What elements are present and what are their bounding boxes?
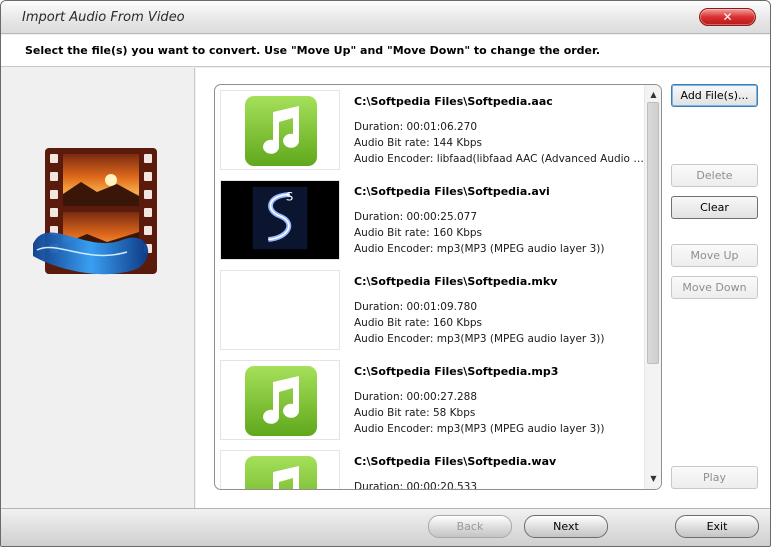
file-thumbnail (220, 90, 340, 170)
move-up-button[interactable]: Move Up (671, 244, 758, 267)
next-button[interactable]: Next (524, 515, 608, 538)
music-note-icon (245, 456, 317, 489)
video-thumbnail-icon: S (221, 181, 339, 259)
file-encoder: Audio Encoder: mp3(MP3 (MPEG audio layer… (354, 333, 605, 345)
title-bar[interactable]: Import Audio From Video ✕ (1, 1, 770, 34)
file-name: C:\Softpedia Files\Softpedia.mkv (354, 275, 558, 288)
file-encoder: Audio Encoder: libfaad(libfaad AAC (Adva… (354, 153, 644, 165)
footer-bar: Back Next Exit (1, 508, 770, 546)
file-list-item[interactable]: C:\Softpedia Files\Softpedia.mp3 Duration… (215, 355, 645, 445)
scroll-up-arrow-icon[interactable]: ▲ (645, 87, 661, 103)
music-note-icon (245, 96, 317, 166)
file-thumbnail (220, 450, 340, 489)
import-audio-window: Import Audio From Video ✕ Select the fil… (0, 0, 771, 547)
file-duration: Duration: 00:01:06.270 (354, 121, 478, 133)
film-audio-logo-icon (33, 148, 157, 275)
scrollbar-thumb[interactable] (647, 102, 659, 364)
back-button[interactable]: Back (428, 515, 512, 538)
svg-text:S: S (286, 190, 293, 204)
file-list-item[interactable]: C:\Softpedia Files\Softpedia.mkv Duration… (215, 265, 645, 355)
file-info: C:\Softpedia Files\Softpedia.aac Duration… (354, 95, 644, 167)
file-duration: Duration: 00:00:25.077 (354, 211, 478, 223)
scroll-down-arrow-icon[interactable]: ▼ (645, 471, 661, 487)
file-info: C:\Softpedia Files\Softpedia.wav Duration… (354, 455, 644, 490)
close-icon: ✕ (722, 10, 733, 24)
file-info: C:\Softpedia Files\Softpedia.avi Duration… (354, 185, 644, 257)
exit-button[interactable]: Exit (675, 515, 759, 538)
file-list[interactable]: C:\Softpedia Files\Softpedia.aac Duration… (214, 84, 662, 490)
file-encoder: Audio Encoder: mp3(MP3 (MPEG audio layer… (354, 423, 605, 435)
file-bitrate: Audio Bit rate: 160 Kbps (354, 317, 483, 329)
file-bitrate: Audio Bit rate: 58 Kbps (354, 407, 476, 419)
file-list-item[interactable]: S C:\Softpedia Files\Softpedia.avi Duratio… (215, 175, 645, 265)
instruction-text: Select the file(s) you want to convert. … (25, 44, 601, 57)
file-list-item[interactable]: C:\Softpedia Files\Softpedia.wav Duration… (215, 445, 645, 490)
file-thumbnail: S (220, 180, 340, 260)
clear-button[interactable]: Clear (671, 196, 758, 219)
delete-button[interactable]: Delete (671, 164, 758, 187)
music-note-icon (245, 366, 317, 436)
file-thumbnail (220, 360, 340, 440)
file-list-item[interactable]: C:\Softpedia Files\Softpedia.aac Duration… (215, 85, 645, 175)
instruction-bar: Select the file(s) you want to convert. … (1, 35, 770, 67)
add-files-button[interactable]: Add File(s)... (671, 84, 758, 107)
play-button[interactable]: Play (671, 466, 758, 489)
file-name: C:\Softpedia Files\Softpedia.wav (354, 455, 557, 468)
window-title: Import Audio From Video (22, 10, 185, 25)
file-info: C:\Softpedia Files\Softpedia.mp3 Duration… (354, 365, 644, 437)
file-thumbnail (220, 270, 340, 350)
vertical-scrollbar[interactable]: ▲ ▼ (644, 85, 661, 489)
move-down-button[interactable]: Move Down (671, 276, 758, 299)
file-duration: Duration: 00:00:20.533 (354, 481, 478, 490)
close-button[interactable]: ✕ (699, 8, 756, 26)
file-bitrate: Audio Bit rate: 160 Kbps (354, 227, 483, 239)
file-name: C:\Softpedia Files\Softpedia.mp3 (354, 365, 559, 378)
file-info: C:\Softpedia Files\Softpedia.mkv Duration… (354, 275, 644, 347)
file-name: C:\Softpedia Files\Softpedia.avi (354, 185, 550, 198)
file-name: C:\Softpedia Files\Softpedia.aac (354, 95, 553, 108)
file-duration: Duration: 00:00:27.288 (354, 391, 478, 403)
left-panel (1, 68, 195, 508)
file-encoder: Audio Encoder: mp3(MP3 (MPEG audio layer… (354, 243, 605, 255)
file-duration: Duration: 00:01:09.780 (354, 301, 478, 313)
file-bitrate: Audio Bit rate: 144 Kbps (354, 137, 483, 149)
